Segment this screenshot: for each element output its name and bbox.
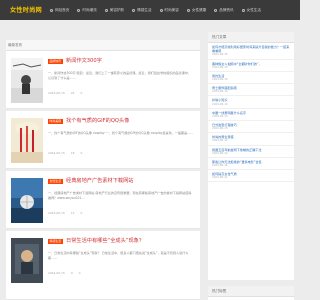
post-meta: 2024-06-15 24 0 xyxy=(48,91,82,95)
section-title: 最新发布 xyxy=(8,43,23,47)
home-icon xyxy=(50,8,53,12)
nav-item-label: 女性健康 xyxy=(191,8,207,12)
hot-article-date: 2024-06-12 xyxy=(212,138,228,143)
nav-item-emotion[interactable]: 情感生活 xyxy=(128,0,155,20)
hot-article-date: 2024-06-14 xyxy=(212,101,228,106)
hot-article-item[interactable]: 时尚的男生穿搭 2024-06-12 xyxy=(208,133,294,146)
hot-article-date: 2024-06-15 xyxy=(212,52,228,57)
nav-item-label: 情感生活 xyxy=(137,8,152,12)
post-meta: 2024-06-15 18 0 xyxy=(48,151,82,155)
post-item: 女性生活 经典房地产广告素材下载网站 一、经典房地产广告素材下载网站 房地产行业… xyxy=(6,171,200,229)
nav-item-label: 美容护肤 xyxy=(109,8,125,12)
category-badge[interactable]: 时尚美容 xyxy=(48,119,63,124)
nav-item-label: 时尚美容 xyxy=(164,8,179,12)
post-views: 9 xyxy=(70,271,73,275)
post-title[interactable]: 新闻作文300字 xyxy=(66,58,102,65)
post-date: 2024-06-15 xyxy=(48,211,65,215)
hot-article-item[interactable]: 男士服饰搭配指南 2024-06-14 xyxy=(208,84,294,97)
post-comments: 0 xyxy=(78,271,81,275)
site-logo[interactable]: 女性时尚网 xyxy=(10,5,42,14)
post-date: 2024-06-15 xyxy=(48,91,65,95)
hot-article-item[interactable]: 黑种族女人拍照中“全都听你们的”， 2024-06-15 xyxy=(208,60,294,72)
post-comments: 0 xyxy=(80,91,83,95)
post-title[interactable]: 日常生活中有哪些“全成头”现象？ xyxy=(66,238,144,245)
post-excerpt: 一、经典房地产广告素材下载网站 房地产行业的宣传很重要，现在有哪些房地产广告的素… xyxy=(48,191,192,200)
nav-item-label: 品牌资讯 xyxy=(219,8,234,12)
hot-article-date: 2024-06-11 xyxy=(212,163,228,168)
nav-item-label: 女性生活 xyxy=(246,8,261,12)
hot-article-date: 2024-06-14 xyxy=(212,89,228,94)
hot-article-item[interactable]: 如何才能高效利用好居家时间来提升自我的能力？一起来看看吧 2024-06-15 xyxy=(208,43,294,60)
star-icon xyxy=(104,8,108,12)
star-icon xyxy=(159,8,163,12)
hot-article-item[interactable]: 我国五百年前发明下象棋的正确下法 2024-06-12 xyxy=(208,146,294,158)
hot-article-date: 2024-06-11 xyxy=(212,175,228,180)
post-thumbnail[interactable] xyxy=(11,118,43,163)
hot-tags-panel: 热门标签 xyxy=(208,286,294,300)
hot-articles-title: 热门文章 xyxy=(208,32,294,43)
post-date: 2024-06-15 xyxy=(48,151,65,155)
hot-article-item[interactable]: 简约生活 2024-06-15 xyxy=(208,72,294,85)
post-meta: 2024-06-15 12 0 xyxy=(48,211,82,215)
site-header: 女性时尚网 网站首页 时尚潮流 美容护肤 情感生活 时尚美容 女性健康 品牌资讯… xyxy=(0,0,300,20)
category-badge[interactable]: 情感生活 xyxy=(48,239,63,244)
post-views: 12 xyxy=(70,211,75,215)
post-views: 24 xyxy=(70,91,75,95)
post-thumbnail[interactable] xyxy=(11,58,43,103)
main-nav: 网站首页 时尚潮流 美容护肤 情感生活 时尚美容 女性健康 品牌资讯 女性生活 xyxy=(46,0,265,20)
hot-article-date: 2024-06-15 xyxy=(212,77,228,81)
hot-article-date: 2024-06-13 xyxy=(212,126,228,131)
post-item: 时尚美容 找个有气质的GIF的QQ头像 一、找个有气质的GIF的QQ头像 cos… xyxy=(6,111,200,169)
hot-article-date: 2024-06-12 xyxy=(212,150,228,155)
post-title[interactable]: 找个有气质的GIF的QQ头像 xyxy=(66,118,129,125)
hot-articles-panel: 热门文章 如何才能高效利用好居家时间来提升自我的能力？一起来看看吧 2024-06… xyxy=(208,32,294,280)
post-date: 2024-06-15 xyxy=(48,271,65,275)
post-excerpt: 一、找个有气质的GIF的QQ头像 cosplay 一、找个有气质的GIF的QQ头… xyxy=(48,131,194,135)
post-item: 品牌快讯 新闻作文300字 一、新闻作文300字 题目：最近，我们上了一堂有意义… xyxy=(6,51,200,109)
star-icon xyxy=(77,8,81,12)
nav-item-fashion-beauty[interactable]: 时尚美容 xyxy=(156,0,183,20)
post-excerpt: 一、日常生活中有哪些“全成头”现象？ 日常生活中，很多人都习惯先说“全成头”，就… xyxy=(48,251,189,260)
post-title[interactable]: 经典房地产广告素材下载网站 xyxy=(66,178,133,185)
hot-article-item[interactable]: 那些让你无法拒绝的“爱情电影”合集 2024-06-11 xyxy=(208,158,294,171)
star-icon xyxy=(132,8,136,12)
hot-article-item[interactable]: 中国一线男明星什么名字 2024-06-13 xyxy=(208,109,294,121)
star-icon xyxy=(214,8,218,12)
hot-article-date: 2024-06-15 xyxy=(212,64,228,69)
category-badge[interactable]: 女性生活 xyxy=(48,179,63,184)
hot-tags-title: 热门标签 xyxy=(208,286,294,297)
post-comments: 0 xyxy=(80,151,83,155)
nav-item-fashion[interactable]: 时尚潮流 xyxy=(73,0,100,20)
star-icon xyxy=(241,8,245,12)
post-thumbnail[interactable] xyxy=(11,238,43,283)
post-item: 情感生活 日常生活中有哪些“全成头”现象？ 一、日常生活中有哪些“全成头”现象？… xyxy=(6,231,200,300)
nav-item-health[interactable]: 女性健康 xyxy=(183,0,210,20)
nav-item-home[interactable]: 网站首页 xyxy=(46,0,73,20)
hot-article-item[interactable]: 护肤小知识 2024-06-14 xyxy=(208,96,294,109)
post-comments: 0 xyxy=(80,211,83,215)
hot-article-item[interactable]: 日式发型打理技巧 2024-06-13 xyxy=(208,121,294,134)
category-badge[interactable]: 品牌快讯 xyxy=(48,59,63,64)
section-header: 最新发布 xyxy=(6,40,200,51)
hot-article-date: 2024-06-13 xyxy=(212,113,228,118)
nav-item-beauty[interactable]: 美容护肤 xyxy=(101,0,128,20)
nav-item-life[interactable]: 女性生活 xyxy=(238,0,265,20)
post-excerpt: 一、新闻作文300字 题目：最近，我们上了一堂有意义的品德课。最近，我们班在学校… xyxy=(48,71,192,80)
star-icon xyxy=(186,8,190,12)
post-thumbnail[interactable] xyxy=(11,178,43,223)
nav-item-label: 时尚潮流 xyxy=(82,8,97,12)
post-views: 18 xyxy=(70,151,75,155)
post-meta: 2024-06-15 9 0 xyxy=(48,271,81,275)
nav-item-label: 网站首页 xyxy=(55,8,70,12)
nav-item-brand[interactable]: 品牌资讯 xyxy=(210,0,237,20)
hot-article-item[interactable]: 如何提高女性气质 2024-06-11 xyxy=(208,170,294,183)
